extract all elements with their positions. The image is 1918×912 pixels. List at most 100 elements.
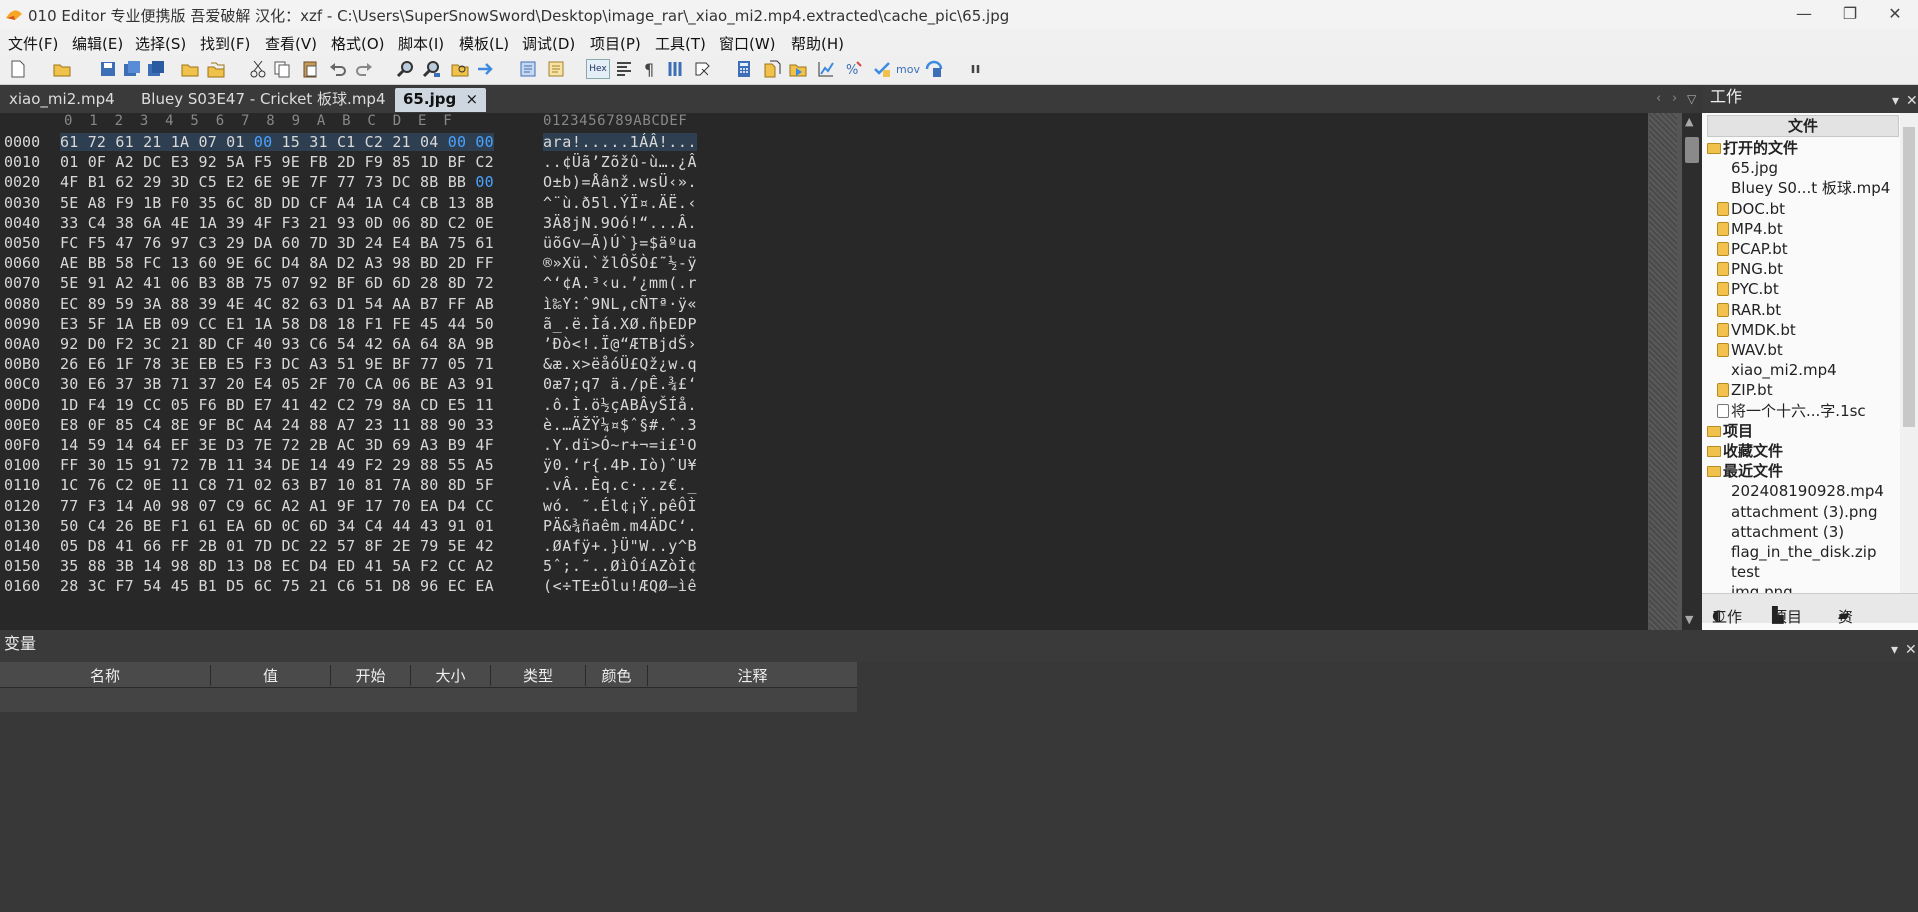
hex-view-button[interactable]: Hex (586, 59, 610, 79)
hex-bytes[interactable]: 5E 91 A2 41 06 B3 8B 75 07 92 BF 6D 6D 2… (60, 274, 494, 292)
hex-bytes[interactable]: 30 E6 37 3B 71 37 20 E4 05 2F 70 CA 06 B… (60, 375, 494, 393)
col-comment[interactable]: 注释 (647, 665, 857, 686)
hex-ascii[interactable]: ^¨ù.ð5l.ÝÏ¤.ÄË.‹ (543, 194, 697, 212)
open-folder-icon[interactable] (180, 59, 200, 79)
hex-bytes[interactable]: 61 72 61 21 1A 07 01 00 15 31 C1 C2 21 0… (60, 133, 494, 151)
find-replace-icon[interactable] (422, 59, 442, 79)
workspace-item-file[interactable]: flag_in_the_disk.zip (1731, 542, 1876, 562)
script-icon[interactable] (546, 59, 566, 79)
template-icon[interactable] (518, 59, 538, 79)
close-button[interactable]: ✕ (1872, 0, 1918, 29)
tab-scroll-left-icon[interactable]: ‹ (1656, 88, 1661, 112)
panel-menu-icon[interactable]: ▾ (1892, 89, 1899, 113)
workspace-item-bt[interactable]: RAR.bt (1717, 300, 1781, 320)
hex-bytes[interactable]: 05 D8 41 66 FF 2B 01 7D DC 22 57 8F 2E 7… (60, 537, 494, 555)
tab-65-jpg[interactable]: 65.jpg × (395, 88, 487, 112)
col-name[interactable]: 名称 (0, 665, 210, 686)
col-color[interactable]: 颜色 (585, 665, 647, 686)
workspace-item-file[interactable]: Bluey S0...t 板球.mp4 (1731, 178, 1890, 198)
hex-ascii[interactable]: (<÷TE±Õlu!ÆQØ–ìê (543, 577, 697, 595)
hex-ascii[interactable]: 5ˆ;.˜..ØìÔíAZòÌ¢ (543, 557, 697, 575)
new-file-icon[interactable] (8, 59, 28, 79)
hex-ascii[interactable]: 3Ä8jN.9Oó!“...Â. (543, 214, 697, 232)
cut-icon[interactable] (248, 59, 268, 79)
hex-bytes[interactable]: 5E A8 F9 1B F0 35 6C 8D DD CF A4 1A C4 C… (60, 194, 494, 212)
workspace-item-folder[interactable]: 打开的文件 (1707, 138, 1798, 158)
mov-label[interactable]: mov (896, 63, 920, 76)
workspace-item-script[interactable]: 将一个十六...字.1sc (1717, 401, 1866, 421)
workspace-item-bt[interactable]: PNG.bt (1717, 259, 1783, 279)
hex-bytes[interactable]: E8 0F 85 C4 8E 9F BC A4 24 88 A7 23 11 8… (60, 416, 494, 434)
menu-template[interactable]: 模板(L) (459, 33, 509, 54)
hex-bytes[interactable]: 77 F3 14 A0 98 07 C9 6C A2 A1 9F 17 70 E… (60, 497, 494, 515)
hex-ascii[interactable]: ì‰Y:ˆ9NL‚cÑTª·ÿ« (543, 295, 697, 313)
col-size[interactable]: 大小 (410, 665, 490, 686)
hex-bytes[interactable]: 28 3C F7 54 45 B1 D5 6C 75 21 C6 51 D8 9… (60, 577, 494, 595)
menu-view[interactable]: 查看(V) (265, 33, 317, 54)
save-as-icon[interactable] (122, 59, 142, 79)
undo-icon[interactable] (328, 59, 348, 79)
workspace-item-folder[interactable]: 最近文件 (1707, 461, 1783, 481)
menu-debug[interactable]: 调试(D) (522, 33, 575, 54)
find-in-files-icon[interactable] (450, 59, 470, 79)
copy-folder-icon[interactable] (206, 59, 226, 79)
hex-bytes[interactable]: AE BB 58 FC 13 60 9E 6C D4 8A D2 A3 98 B… (60, 254, 494, 272)
workspace-scrollbar[interactable] (1900, 113, 1918, 593)
find-icon[interactable] (396, 59, 416, 79)
workspace-item-file[interactable]: attachment (3) (1731, 522, 1844, 542)
hex-ascii[interactable]: .ô.Ì.ö½çABÂyŠÍå. (543, 396, 697, 414)
hex-bytes[interactable]: FC F5 47 76 97 C3 29 DA 60 7D 3D 24 E4 B… (60, 234, 494, 252)
workspace-item-bt[interactable]: MP4.bt (1717, 219, 1783, 239)
hex-ascii[interactable]: üõGv—Ã)Ú`}=$äºua (543, 234, 697, 252)
workspace-item-bt[interactable]: ZIP.bt (1717, 380, 1773, 400)
hex-bytes[interactable]: 1D F4 19 CC 05 F6 BD E7 41 42 C2 79 8A C… (60, 396, 494, 414)
paste-icon[interactable] (300, 59, 320, 79)
workspace-item-file[interactable]: xiao_mi2.mp4 (1731, 360, 1837, 380)
goto-icon[interactable] (476, 59, 496, 79)
copy-icon[interactable] (272, 59, 292, 79)
hex-ascii[interactable]: .ØAfÿ+.}Ü"W..y^B (543, 537, 697, 555)
menu-script[interactable]: 脚本(I) (398, 33, 444, 54)
hex-bytes[interactable]: E3 5F 1A EB 09 CC E1 1A 58 D8 18 F1 FE 4… (60, 315, 494, 333)
workspace-item-file[interactable]: test (1731, 562, 1760, 582)
menu-help[interactable]: 帮助(H) (791, 33, 844, 54)
var-panel-close-icon[interactable]: ✕ (1905, 636, 1917, 664)
compare-icon[interactable] (762, 59, 782, 79)
hex-ascii[interactable]: &æ.x>ëåóÜ£Qž¿w.q (543, 355, 697, 373)
hex-bytes[interactable]: EC 89 59 3A 88 39 4E 4C 82 63 D1 54 AA B… (60, 295, 494, 313)
workspace-item-file[interactable]: attachment (3).png (1731, 502, 1877, 522)
workspace-item-file[interactable]: 202408190928.mp4 (1731, 481, 1884, 501)
hex-ascii[interactable]: wó. ˜.Él¢¡Ÿ.pêÔÌ (543, 497, 697, 515)
workspace-item-file[interactable]: img.png (1731, 582, 1793, 593)
open-icon[interactable] (52, 59, 72, 79)
menu-file[interactable]: 文件(F) (8, 33, 58, 54)
col-type[interactable]: 类型 (490, 665, 585, 686)
hex-ascii[interactable]: .vÂ..Èq.c·..z€._ (543, 476, 697, 494)
editor-scrollbar[interactable]: ▲ ▼ (1682, 113, 1702, 630)
workspace-item-folder[interactable]: 项目 (1707, 421, 1753, 441)
run-icon[interactable] (788, 59, 808, 79)
hex-bytes[interactable]: 35 88 3B 14 98 8D 13 D8 EC D4 ED 41 5A F… (60, 557, 494, 575)
hex-ascii[interactable]: ^‘¢A.³‹u.’¿mm(.r (543, 274, 697, 292)
hex-editor[interactable]: 0 1 2 3 4 5 6 7 8 9 A B C D E F 01234567… (0, 113, 1682, 630)
hex-bytes[interactable]: FF 30 15 91 72 7B 11 34 DE 14 49 F2 29 8… (60, 456, 494, 474)
hex-bytes[interactable]: 50 C4 26 BE F1 61 EA 6D 0C 6D 34 C4 44 4… (60, 517, 494, 535)
maximize-button[interactable]: ❐ (1827, 0, 1873, 29)
hex-ascii[interactable]: ã_.ë.Ìá.XØ.ñþEDP (543, 315, 697, 333)
hex-bytes[interactable]: 4F B1 62 29 3D C5 E2 6E 9E 7F 77 73 DC 8… (60, 173, 494, 191)
scroll-thumb[interactable] (1685, 137, 1699, 163)
panel-close-icon[interactable]: ✕ (1906, 89, 1918, 113)
workspace-item-folder[interactable]: 收藏文件 (1707, 441, 1783, 461)
run-script-icon[interactable] (924, 59, 944, 79)
workspace-item-bt[interactable]: VMDK.bt (1717, 320, 1796, 340)
hex-ascii[interactable]: ara!.....1ÁÂ!... (543, 133, 698, 151)
byte-overview-bar[interactable] (1648, 113, 1682, 630)
workspace-item-bt[interactable]: PCAP.bt (1717, 239, 1788, 259)
col-value[interactable]: 值 (210, 665, 330, 686)
columns-icon[interactable] (666, 59, 686, 79)
hex-ascii[interactable]: ..¢Üã’Zõžû-ù….¿Â (543, 153, 697, 171)
histogram-icon[interactable] (816, 59, 836, 79)
hex-ascii[interactable]: O±b)=Åânž.wsÜ‹». (543, 173, 697, 191)
save-icon[interactable] (98, 59, 118, 79)
scroll-down-icon[interactable]: ▼ (1685, 613, 1693, 626)
